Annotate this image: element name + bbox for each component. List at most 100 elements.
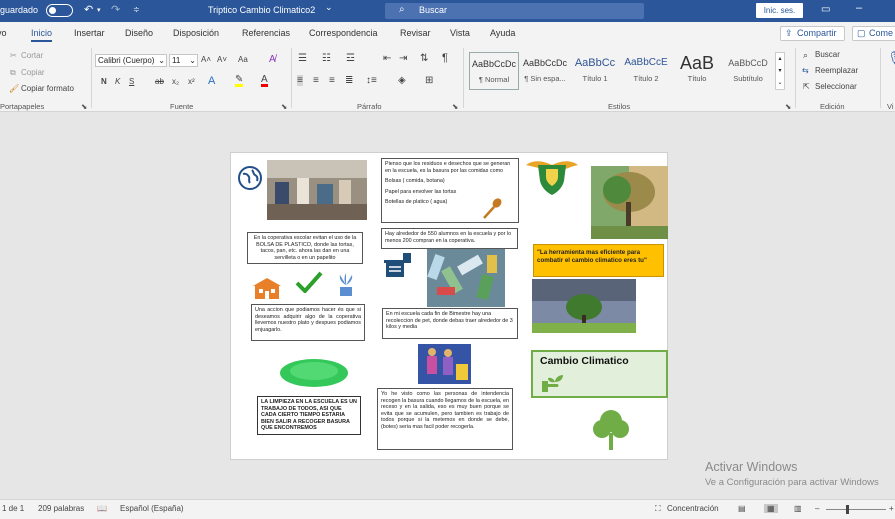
style-sin-espaciado[interactable]: AaBbCcDc ¶ Sin espa...: [520, 52, 570, 90]
search-box[interactable]: ⌕ Buscar: [385, 3, 644, 19]
subscript-button[interactable]: x₂: [172, 77, 179, 86]
style-subtitulo[interactable]: AaBbCcD Subtítulo: [723, 52, 773, 90]
paragraph-launcher-icon[interactable]: ⬊: [452, 102, 458, 111]
undo-icon[interactable]: ↶: [84, 3, 93, 16]
font-name-select[interactable]: Calibri (Cuerpo) ⌄: [95, 54, 167, 67]
sign-in-button[interactable]: Inic. ses.: [756, 3, 803, 18]
zoom-out-icon[interactable]: –: [815, 504, 819, 513]
read-mode-icon[interactable]: ▤: [738, 504, 746, 513]
customize-toolbar-icon[interactable]: ≑: [133, 5, 140, 14]
multilevel-list-icon[interactable]: ☲: [346, 53, 355, 64]
clipboard-launcher-icon[interactable]: ⬊: [81, 102, 87, 111]
comments-button[interactable]: ▢ Come: [852, 26, 895, 41]
find-button[interactable]: Buscar: [815, 50, 840, 59]
sort-icon[interactable]: ⇅: [420, 53, 428, 64]
replace-icon[interactable]: ⇆: [802, 66, 809, 75]
bullets-icon[interactable]: ☰: [298, 53, 307, 64]
clear-format-icon[interactable]: A̸: [269, 54, 276, 65]
pilcrow-icon[interactable]: ¶: [442, 52, 448, 64]
justify-icon[interactable]: ≣: [345, 75, 353, 86]
tab-vista[interactable]: Vista: [450, 28, 470, 38]
autosave-toggle[interactable]: [46, 4, 73, 17]
change-case-button[interactable]: Aa: [238, 55, 248, 64]
line-spacing-icon[interactable]: ↕≡: [366, 75, 377, 86]
cover-title-box[interactable]: Cambio Climatico: [531, 350, 668, 398]
text-effects-icon[interactable]: A: [208, 75, 215, 87]
zoom-slider-thumb[interactable]: [846, 505, 849, 514]
quote-box[interactable]: "La herramienta mas eficiente para comba…: [533, 244, 664, 277]
check-icon: [295, 271, 323, 293]
highlight-icon[interactable]: ✎: [235, 75, 244, 87]
cut-button[interactable]: Cortar: [21, 51, 43, 60]
tab-ayuda[interactable]: Ayuda: [490, 28, 515, 38]
superscript-button[interactable]: x²: [188, 77, 195, 86]
focus-icon[interactable]: ⛶: [655, 504, 661, 514]
select-icon[interactable]: ⇱: [803, 82, 810, 91]
copy-icon[interactable]: ⧉: [10, 68, 16, 78]
tab-diseno[interactable]: Diseño: [125, 28, 153, 38]
font-size-select[interactable]: 11 ⌄: [169, 54, 198, 67]
redo-icon[interactable]: ↷: [111, 3, 120, 16]
style-titulo-1[interactable]: AaBbCc Título 1: [570, 52, 620, 90]
underline-button[interactable]: S: [129, 77, 134, 86]
tab-inicio[interactable]: Inicio: [31, 28, 53, 42]
text-box-staff[interactable]: Yo he visto como las personas de intende…: [377, 388, 513, 450]
text-box-students[interactable]: Hay alrededor de 550 alumnos en la escue…: [381, 228, 518, 249]
font-launcher-icon[interactable]: ⬊: [281, 102, 287, 111]
tab-insertar[interactable]: Insertar: [74, 28, 105, 38]
find-icon[interactable]: ⌕: [803, 50, 808, 61]
language-indicator[interactable]: Español (España): [120, 504, 184, 513]
zoom-in-icon[interactable]: +: [889, 504, 894, 513]
copy-button[interactable]: Copiar: [21, 68, 45, 77]
replace-button[interactable]: Reemplazar: [815, 66, 858, 75]
style-titulo-2[interactable]: AaBbCcE Título 2: [621, 52, 671, 90]
shading-icon[interactable]: ◈: [398, 75, 406, 86]
strikethrough-button[interactable]: ab: [155, 77, 164, 86]
grow-font-button[interactable]: A˄: [201, 55, 211, 64]
document-page[interactable]: En la coperativa escolar evitan el uso d…: [230, 152, 668, 460]
text-box-recycling[interactable]: En mi escuela cada fin de Bimestre hay u…: [382, 308, 518, 339]
document-title[interactable]: Triptico Cambio Climatico2: [208, 5, 315, 15]
scissors-icon[interactable]: ✂: [10, 51, 17, 60]
style-titulo[interactable]: AaB Título: [672, 52, 722, 90]
dictate-icon[interactable]: 🎙: [887, 50, 895, 67]
tab-referencias[interactable]: Referencias: [242, 28, 290, 38]
align-left-icon[interactable]: ≡: [297, 75, 303, 86]
align-right-icon[interactable]: ≡: [329, 75, 335, 86]
format-painter-button[interactable]: Copiar formato: [21, 84, 74, 93]
font-color-icon[interactable]: A: [261, 75, 268, 87]
minimize-icon[interactable]: –: [856, 2, 862, 14]
web-layout-icon[interactable]: ▥: [794, 504, 802, 513]
page-count[interactable]: 1 de 1: [2, 504, 24, 513]
styles-scroll[interactable]: ▴ ▾ ⌄: [775, 52, 785, 90]
numbering-icon[interactable]: ☷: [322, 53, 331, 64]
text-box-action[interactable]: Una accion que podiamos hacer és que si …: [251, 304, 365, 341]
tab-revisar[interactable]: Revisar: [400, 28, 431, 38]
word-count[interactable]: 209 palabras: [38, 504, 84, 513]
format-painter-icon[interactable]: 🖌: [9, 84, 19, 93]
title-caret-icon[interactable]: ⌄: [325, 2, 333, 13]
ribbon-display-icon[interactable]: ▭: [821, 4, 830, 15]
tab-disposicion[interactable]: Disposición: [173, 28, 219, 38]
text-box-cleanliness[interactable]: LA LIMPIEZA EN LA ESCUELA ES UN TRABAJO …: [257, 396, 361, 435]
tab-archivo[interactable]: vo: [0, 28, 7, 38]
align-center-icon[interactable]: ≡: [313, 75, 319, 86]
increase-indent-icon[interactable]: ⇥: [399, 53, 407, 64]
text-box-cooperative[interactable]: En la coperativa escolar evitan el uso d…: [247, 232, 363, 264]
decrease-indent-icon[interactable]: ⇤: [383, 53, 391, 64]
undo-dropdown-icon[interactable]: ▾: [97, 6, 101, 14]
select-button[interactable]: Seleccionar: [815, 82, 857, 91]
shrink-font-button[interactable]: A˅: [217, 55, 227, 64]
style-normal[interactable]: AaBbCcDc ¶ Normal: [469, 52, 519, 90]
bold-button[interactable]: N: [101, 77, 107, 86]
zoom-slider[interactable]: [826, 509, 886, 510]
share-button[interactable]: ⇪ Compartir: [780, 26, 845, 41]
proofing-icon[interactable]: 📖: [97, 504, 107, 513]
styles-launcher-icon[interactable]: ⬊: [785, 102, 791, 111]
italic-button[interactable]: K: [115, 77, 120, 86]
comment-icon: ▢: [857, 28, 866, 38]
borders-icon[interactable]: ⊞: [425, 75, 433, 86]
print-layout-icon[interactable]: ▦: [764, 504, 778, 513]
tab-correspondencia[interactable]: Correspondencia: [309, 28, 378, 38]
focus-mode-button[interactable]: Concentración: [667, 504, 719, 513]
